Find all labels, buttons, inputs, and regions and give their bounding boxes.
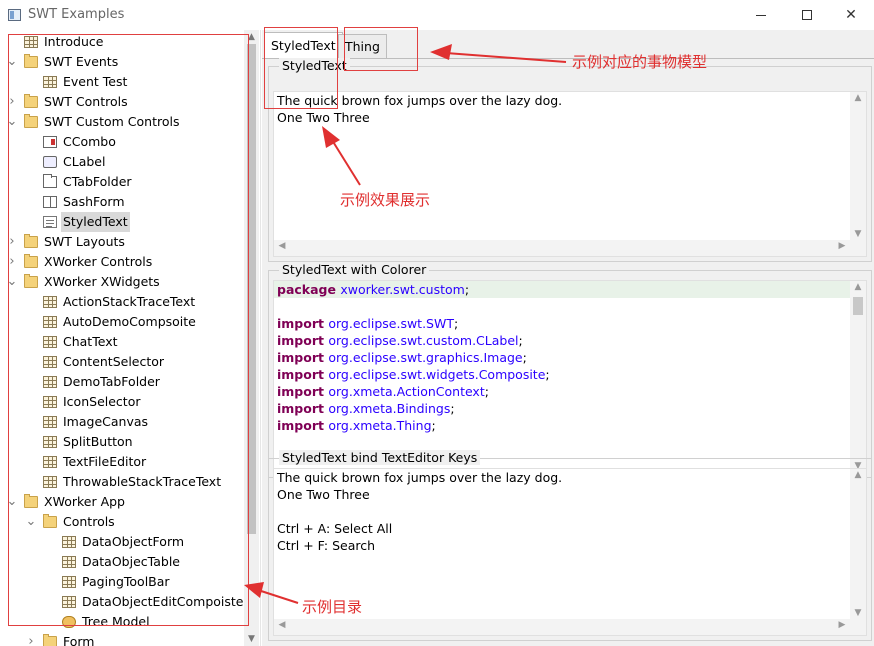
close-button[interactable]: ✕ <box>828 0 874 30</box>
styledtext-editor[interactable]: The quick brown fox jumps over the lazy … <box>273 91 867 257</box>
code-punct: ; <box>431 418 436 433</box>
code-punct: ; <box>453 316 459 331</box>
code-line: import org.xmeta.Thing; <box>277 417 436 434</box>
scroll-left-icon[interactable]: ◀ <box>275 620 289 630</box>
code-line: import org.eclipse.swt.custom.CLabel; <box>277 332 523 349</box>
code-line: package xworker.swt.custom; <box>277 281 469 298</box>
code-package: org.eclipse.swt.widgets.Composite <box>328 367 546 382</box>
editor-vscrollbar[interactable]: ▲ ▼ <box>850 92 866 240</box>
scroll-up-icon[interactable]: ▲ <box>850 93 866 103</box>
code-punct: ; <box>484 384 489 399</box>
code-keyword: import <box>277 316 329 331</box>
code-line: import org.xmeta.Bindings; <box>277 400 455 417</box>
folder-icon <box>43 634 57 646</box>
title-bar: SWT Examples ✕ <box>0 0 874 30</box>
code-package: org.eclipse.swt.SWT <box>328 316 454 331</box>
annotation-effect-text: 示例效果展示 <box>340 191 431 209</box>
editor-line: Ctrl + F: Search <box>277 538 376 553</box>
scroll-down-icon[interactable]: ▼ <box>850 608 866 618</box>
tree-item-label: Form <box>63 634 95 646</box>
code-vscrollbar[interactable]: ▲ ▼ <box>850 281 866 472</box>
group-styledtext: StyledText The quick brown fox jumps ove… <box>268 58 872 262</box>
scroll-down-icon[interactable]: ▼ <box>850 229 866 239</box>
code-punct: ; <box>464 282 470 297</box>
model-annotation-box <box>344 27 418 71</box>
code-line: import org.eclipse.swt.SWT; <box>277 315 458 332</box>
editor-line: One Two Three <box>277 110 370 125</box>
scroll-up-icon[interactable]: ▲ <box>850 282 866 292</box>
code-scroll-thumb[interactable] <box>853 297 863 315</box>
code-line: import org.eclipse.swt.graphics.Image; <box>277 349 527 366</box>
code-package: org.xmeta.Thing <box>328 418 432 433</box>
code-keyword: package <box>277 282 341 297</box>
code-editor[interactable]: ▲ ▼ package xworker.swt.custom; import or… <box>273 280 867 473</box>
keys-editor[interactable]: The quick brown fox jumps over the lazy … <box>273 468 867 636</box>
code-punct: ; <box>518 333 523 348</box>
window-title: SWT Examples <box>28 7 125 22</box>
code-punct: ; <box>450 401 455 416</box>
scroll-left-icon[interactable]: ◀ <box>275 241 289 251</box>
maximize-icon <box>802 10 812 20</box>
code-keyword: import <box>277 367 329 382</box>
group-title: StyledText with Colorer <box>279 262 430 277</box>
annotation-model-text: 示例对应的事物模型 <box>572 53 708 71</box>
editor-hscrollbar[interactable]: ◀ ▶ <box>274 619 850 635</box>
code-package: org.xmeta.ActionContext <box>328 384 485 399</box>
group-title: StyledText bind TextEditor Keys <box>279 450 481 465</box>
code-package: xworker.swt.custom <box>340 282 465 297</box>
code-package: org.eclipse.swt.graphics.Image <box>328 350 523 365</box>
code-keyword: import <box>277 350 329 365</box>
minimize-icon <box>756 14 766 16</box>
code-punct: ; <box>522 350 527 365</box>
scroll-down-icon[interactable]: ▼ <box>244 634 259 644</box>
code-line: import org.eclipse.swt.widgets.Composite… <box>277 366 550 383</box>
scroll-right-icon[interactable]: ▶ <box>835 620 849 630</box>
swt-app-icon <box>8 9 21 21</box>
editor-vscrollbar[interactable]: ▲ ▼ <box>850 469 866 619</box>
code-punct: ; <box>545 367 550 382</box>
editor-hscrollbar[interactable]: ◀ ▶ <box>274 240 850 256</box>
minimize-button[interactable] <box>738 0 784 30</box>
close-icon: ✕ <box>845 7 857 23</box>
code-keyword: import <box>277 333 329 348</box>
code-line: import org.xmeta.ActionContext; <box>277 383 489 400</box>
tree-item[interactable]: › Form <box>0 632 244 646</box>
example-view-panel: StyledText Thing StyledText The quick br… <box>262 30 874 646</box>
scroll-corner <box>850 619 866 635</box>
editor-line: Ctrl + A: Select All <box>277 521 393 536</box>
annotation-catalog-text: 示例目录 <box>302 598 363 616</box>
scroll-corner <box>850 240 866 256</box>
editor-line: One Two Three <box>277 487 370 502</box>
code-keyword: import <box>277 401 329 416</box>
editor-line: The quick brown fox jumps over the lazy … <box>277 470 563 485</box>
code-package: org.xmeta.Bindings <box>328 401 451 416</box>
scroll-right-icon[interactable]: ▶ <box>835 241 849 251</box>
group-styledtext-colorer: StyledText with Colorer ▲ ▼ package xwor… <box>268 262 872 478</box>
code-package: org.eclipse.swt.custom.CLabel <box>328 333 519 348</box>
catalog-annotation-box <box>8 34 249 626</box>
effect-annotation-box <box>264 27 338 109</box>
code-keyword: import <box>277 384 329 399</box>
scroll-up-icon[interactable]: ▲ <box>850 470 866 480</box>
maximize-button[interactable] <box>784 0 830 30</box>
collapsed-chevron-icon[interactable]: › <box>25 632 37 646</box>
code-keyword: import <box>277 418 329 433</box>
